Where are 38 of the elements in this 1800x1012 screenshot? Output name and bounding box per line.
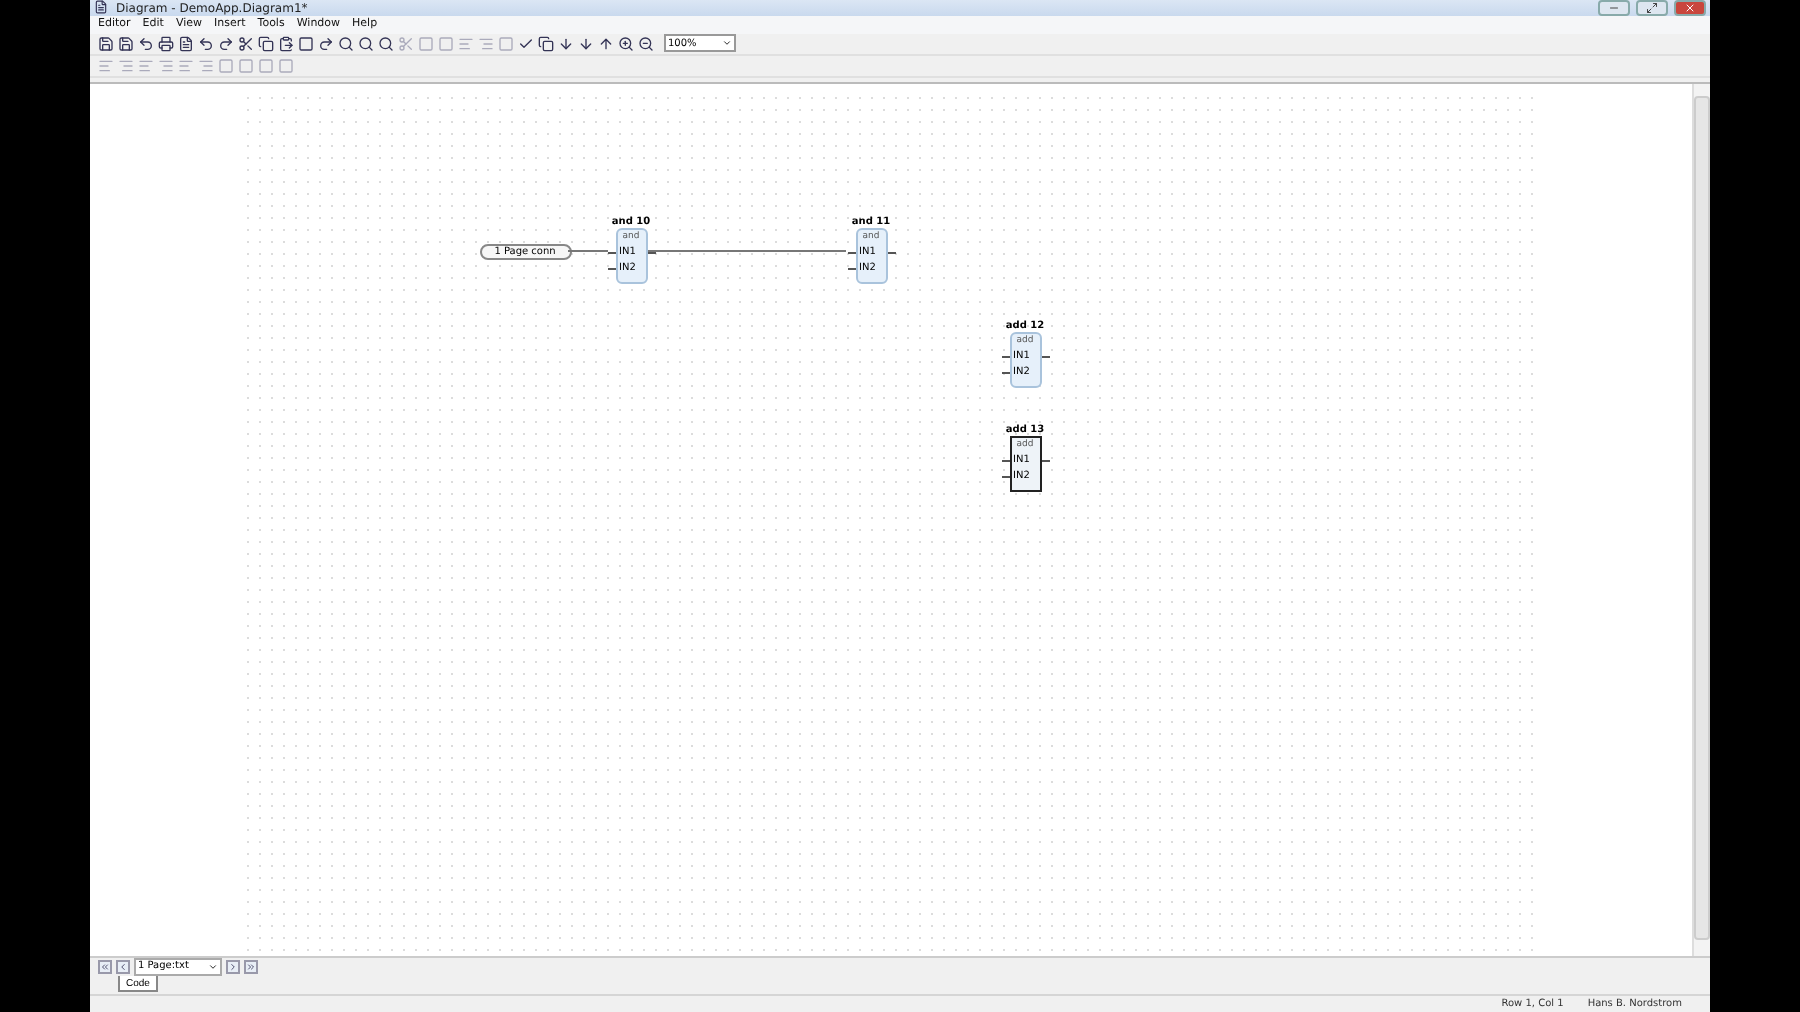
save-icon[interactable] <box>98 35 114 52</box>
square-icon[interactable] <box>298 35 314 52</box>
copy-icon[interactable] <box>538 35 554 52</box>
close-button[interactable] <box>1674 0 1706 17</box>
redo-icon[interactable] <box>318 35 334 52</box>
arrow-down-icon[interactable] <box>578 35 594 52</box>
scissors-icon[interactable] <box>238 35 254 52</box>
undo-icon[interactable] <box>138 35 154 52</box>
next-page-button[interactable] <box>226 959 240 974</box>
undo-icon[interactable] <box>198 35 214 52</box>
arrow-up-icon[interactable] <box>598 35 614 52</box>
double-chevron-right-icon <box>246 961 256 972</box>
zoom-in-icon[interactable] <box>618 35 634 52</box>
document-icon[interactable] <box>178 35 194 52</box>
chevron-right-icon <box>228 961 238 972</box>
maximize-button[interactable] <box>1636 0 1668 17</box>
copy-icon[interactable] <box>258 35 274 52</box>
paste-icon[interactable] <box>278 35 294 52</box>
last-page-button[interactable] <box>244 959 258 974</box>
arrow-down-icon[interactable] <box>558 35 574 52</box>
chevron-left-icon <box>118 961 128 972</box>
search-icon[interactable] <box>378 35 394 52</box>
search-icon[interactable] <box>358 35 374 52</box>
vertical-scrollbar[interactable] <box>1692 83 1710 956</box>
minimize-icon <box>1608 2 1620 15</box>
printer-icon[interactable] <box>158 35 174 52</box>
previous-page-button[interactable] <box>116 959 130 974</box>
save-all-icon[interactable] <box>118 35 134 52</box>
caret-icon <box>722 38 732 49</box>
redo-icon[interactable] <box>218 35 234 52</box>
caret-icon <box>208 961 218 972</box>
app-icon <box>94 0 110 17</box>
zoom-out-icon[interactable] <box>638 35 654 52</box>
check-icon[interactable] <box>518 35 534 52</box>
close-icon <box>1684 2 1696 15</box>
double-chevron-left-icon <box>100 961 110 972</box>
connection-wire <box>567 249 607 252</box>
search-icon[interactable] <box>338 35 354 52</box>
